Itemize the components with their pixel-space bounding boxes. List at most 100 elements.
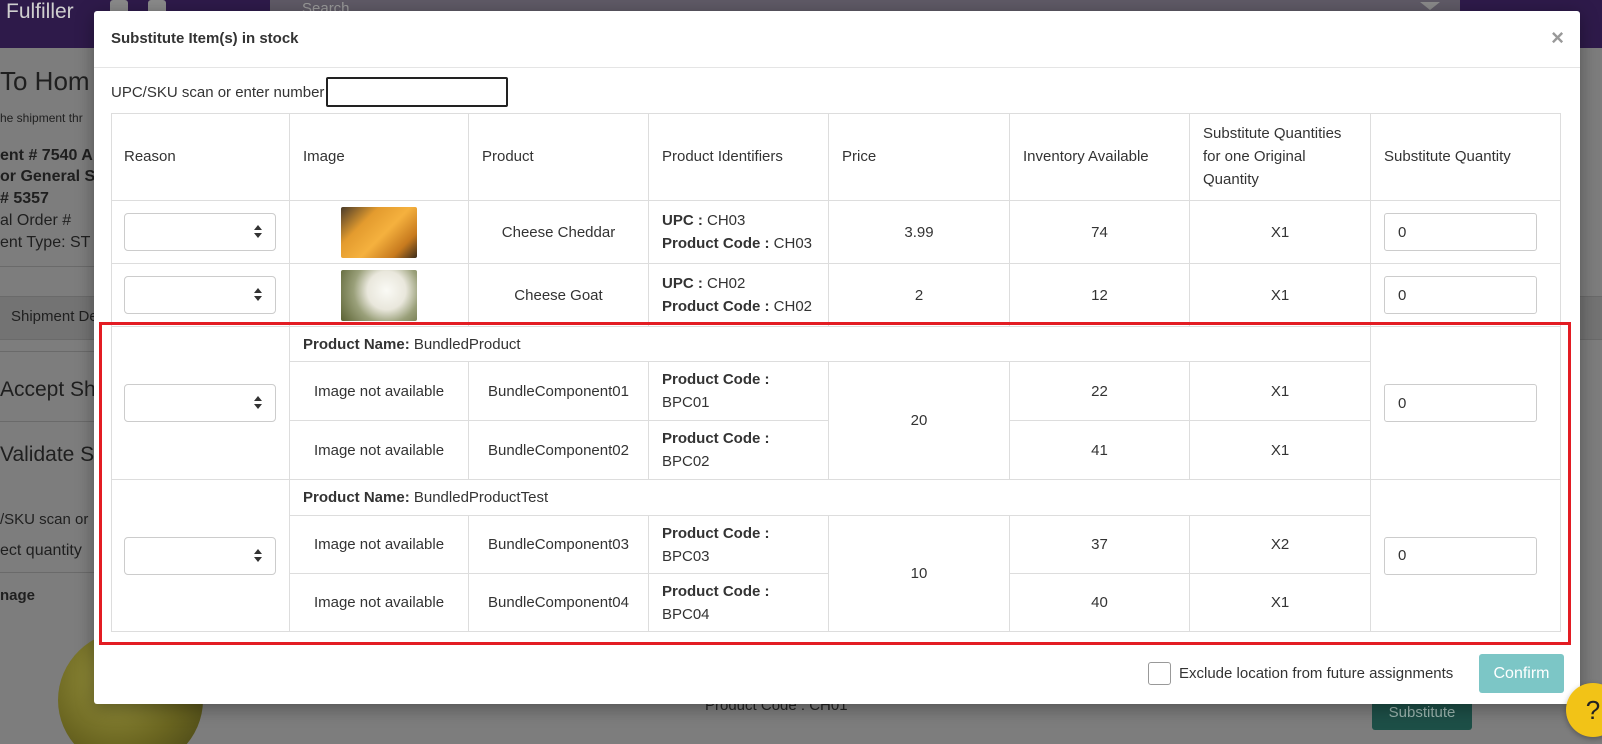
brand-logo-text: Fulfiller (6, 0, 74, 23)
bg-text: ect quantity (0, 542, 82, 559)
image-cell (290, 201, 469, 264)
exclude-checkbox[interactable] (1148, 662, 1171, 685)
price-cell: 10 (829, 516, 1010, 632)
bg-section: Validate S (0, 443, 95, 466)
upc-value: CH03 (707, 212, 746, 229)
qty-cell (1371, 264, 1561, 327)
bg-text: ent Type: ST (0, 234, 91, 251)
product-code-value: BPC02 (662, 453, 710, 470)
bg-text: al Order # (0, 212, 72, 229)
product-code-label: Product Code : (662, 235, 770, 252)
substitute-modal: Substitute Item(s) in stock × UPC/SKU sc… (94, 11, 1580, 704)
bundle-reason-cell (111, 327, 290, 480)
qty-cell (1371, 201, 1561, 264)
identifiers-cell: Product Code : BPC03 (649, 516, 829, 574)
confirm-button[interactable]: Confirm (1479, 654, 1564, 693)
identifiers-cell: UPC : CH03 Product Code : CH03 (649, 201, 829, 264)
table-row (111, 264, 290, 327)
scan-label: UPC/SKU scan or enter number (111, 83, 325, 101)
product-name: Cheese Cheddar (469, 201, 649, 264)
ratio-cell: X1 (1190, 574, 1371, 632)
modal-title: Substitute Item(s) in stock (111, 30, 299, 47)
ratio-cell: X2 (1190, 516, 1371, 574)
image-not-available: Image not available (290, 421, 469, 480)
select-arrows-icon (254, 548, 262, 562)
bg-text: he shipment thr (0, 111, 83, 125)
column-header-identifiers: Product Identifiers (649, 113, 829, 201)
bg-text: /SKU scan or (0, 511, 89, 528)
product-code-value: CH03 (773, 235, 813, 252)
image-not-available: Image not available (290, 574, 469, 632)
bundle-name-label: Product Name: (303, 335, 410, 353)
bg-heading: To Hom (0, 66, 90, 96)
substitute-quantity-input[interactable] (1384, 384, 1537, 422)
identifiers-cell: Product Code : BPC04 (649, 574, 829, 632)
bundle-name: BundledProduct (413, 335, 521, 353)
column-header-image: Image (290, 113, 469, 201)
bundle-name: BundledProductTest (413, 489, 549, 506)
substitute-quantity-input[interactable] (1384, 276, 1537, 314)
product-code-value: BPC03 (662, 547, 710, 565)
divider (0, 572, 94, 573)
inventory-cell: 22 (1010, 362, 1190, 421)
inventory-cell: 40 (1010, 574, 1190, 632)
select-arrows-icon (254, 225, 262, 238)
upc-value: CH02 (707, 275, 746, 292)
bg-text: ent # 7540 A (0, 147, 93, 164)
image-not-available: Image not available (290, 516, 469, 574)
product-code-label: Product Code : (662, 298, 770, 315)
cheddar-image (341, 206, 417, 258)
reason-select[interactable] (124, 536, 276, 575)
product-name: BundleComponent01 (469, 362, 649, 421)
upc-label: UPC : (662, 275, 703, 292)
ratio-cell: X1 (1190, 421, 1371, 480)
ratio-cell: X1 (1190, 264, 1371, 327)
product-name: BundleComponent04 (469, 574, 649, 632)
identifiers-cell: Product Code : BPC02 (649, 421, 829, 480)
product-code-label: Product Code : (662, 371, 770, 388)
substitute-quantity-input[interactable] (1384, 213, 1537, 251)
bundle-name-label: Product Name: (303, 489, 410, 506)
product-code-value: BPC04 (662, 605, 710, 623)
image-cell (290, 264, 469, 327)
scan-row: UPC/SKU scan or enter number (111, 77, 509, 107)
inventory-cell: 37 (1010, 516, 1190, 574)
product-code-label: Product Code : (662, 524, 770, 542)
close-icon[interactable]: × (1551, 25, 1564, 51)
modal-footer: Exclude location from future assignments… (94, 642, 1580, 704)
reason-select[interactable] (124, 276, 276, 314)
goat-cheese-image (341, 269, 417, 321)
bg-tab: Shipment De (11, 308, 98, 325)
bg-text: nage (0, 587, 36, 604)
bundle-name-row: Product Name: BundledProductTest (290, 480, 1371, 516)
qty-cell (1371, 327, 1561, 480)
substitute-quantity-input[interactable] (1384, 536, 1537, 575)
column-header-sub-qty: Substitute Quantity (1371, 113, 1561, 201)
modal-header: Substitute Item(s) in stock × (94, 11, 1580, 68)
upc-label: UPC : (662, 212, 703, 229)
inventory-cell: 41 (1010, 421, 1190, 480)
reason-select[interactable] (124, 213, 276, 251)
bundle-reason-cell (111, 480, 290, 632)
select-arrows-icon (254, 288, 262, 301)
exclude-option: Exclude location from future assignments (1148, 662, 1453, 685)
price-cell: 3.99 (829, 201, 1010, 264)
select-arrows-icon (254, 396, 262, 409)
inventory-cell: 12 (1010, 264, 1190, 327)
price-cell: 20 (829, 362, 1010, 480)
exclude-label: Exclude location from future assignments (1179, 665, 1454, 682)
qty-cell (1371, 480, 1561, 632)
column-header-reason: Reason (111, 113, 290, 201)
identifiers-cell: UPC : CH02 Product Code : CH02 (649, 264, 829, 327)
column-header-product: Product (469, 113, 649, 201)
ratio-cell: X1 (1190, 362, 1371, 421)
caret-down-icon (1420, 2, 1440, 10)
scan-input[interactable] (326, 77, 509, 107)
column-header-sub-per-original: Substitute Quantities for one Original Q… (1190, 113, 1371, 201)
bg-text: # 5357 (0, 190, 49, 207)
divider (0, 421, 94, 422)
product-code-value: CH02 (773, 298, 813, 315)
reason-select[interactable] (124, 384, 276, 422)
bundle-name-row: Product Name: BundledProduct (290, 327, 1371, 362)
column-header-price: Price (829, 113, 1010, 201)
